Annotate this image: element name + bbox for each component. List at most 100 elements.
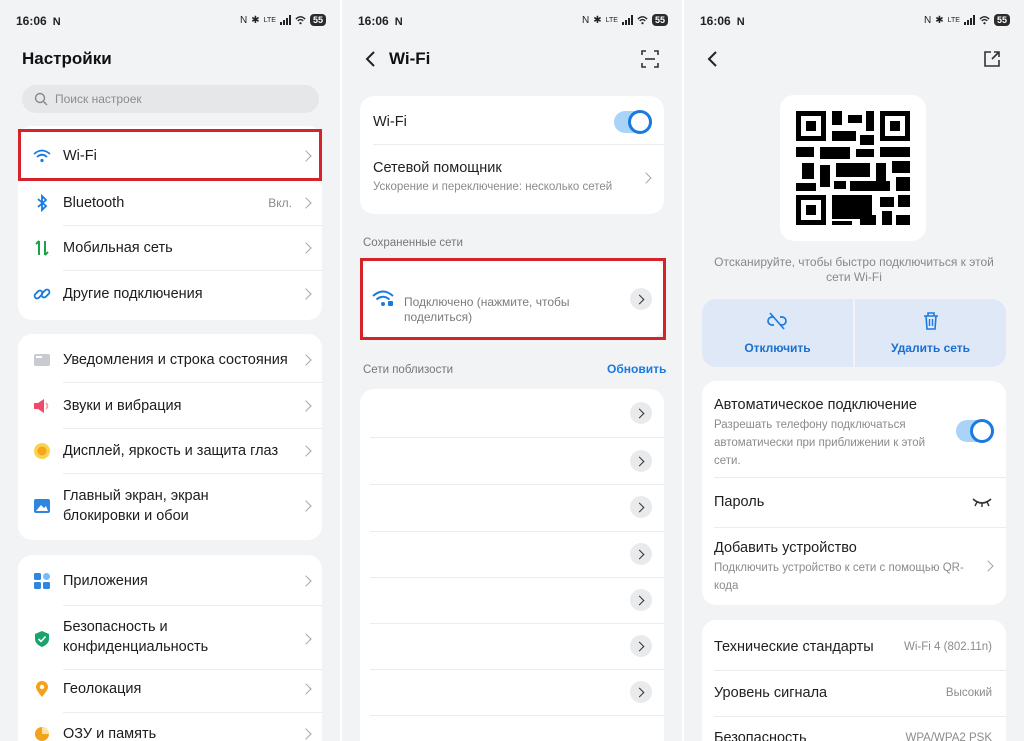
disconnect-label: Отключить <box>744 341 811 355</box>
add-device-item[interactable]: Добавить устройство Подключить устройств… <box>702 528 1006 604</box>
lte-label: LTE <box>605 16 618 24</box>
chevron-right-icon <box>640 172 652 184</box>
signal-icon <box>279 15 291 25</box>
security-label: Безопасность <box>714 730 807 741</box>
mobile-data-icon <box>35 240 49 256</box>
chevron-right-icon <box>300 500 312 512</box>
chevron-right-icon <box>300 633 312 645</box>
search-input[interactable]: Поиск настроек <box>22 85 319 113</box>
location-icon <box>36 681 48 697</box>
details-chevron-icon[interactable] <box>630 450 652 472</box>
back-arrow-icon[interactable] <box>364 51 376 67</box>
disconnect-button[interactable]: Отключить <box>702 299 853 367</box>
add-device-title: Добавить устройство <box>714 540 857 556</box>
bluetooth-status-icon: ✱ <box>593 14 602 26</box>
nfc-icon: N <box>582 14 590 26</box>
network-assistant-title: Сетевой помощник <box>373 160 502 176</box>
shield-icon <box>35 631 49 647</box>
settings-item-display[interactable]: Дисплей, яркость и защита глаз <box>18 431 322 471</box>
bluetooth-icon <box>37 194 48 212</box>
page-title: Настройки <box>22 49 112 68</box>
status-bar: 16:06 N N ✱ LTE 55 <box>0 14 340 30</box>
nearby-network-item[interactable] <box>360 438 664 484</box>
add-device-subtitle: Подключить устройство к сети с помощью Q… <box>714 562 964 592</box>
nearby-network-item[interactable] <box>360 532 664 578</box>
auto-connect-item: Автоматическое подключение Разрешать тел… <box>702 381 1006 477</box>
settings-item-label: Мобильная сеть <box>63 240 173 256</box>
nfc-icon: N <box>924 14 932 26</box>
bluetooth-status-icon: ✱ <box>935 14 944 26</box>
chevron-right-icon <box>300 242 312 254</box>
apps-card: Приложения Безопасность и конфиденциальн… <box>18 555 322 741</box>
details-chevron-icon[interactable] <box>630 543 652 565</box>
wifi-status-icon <box>979 16 990 25</box>
share-icon[interactable] <box>983 50 1001 68</box>
settings-item-mobile[interactable]: Мобильная сеть <box>18 228 322 268</box>
qr-code <box>796 111 910 225</box>
signal-strength-label: Уровень сигнала <box>714 685 828 701</box>
wifi-status-icon <box>295 16 306 25</box>
display-card: Уведомления и строка состояния Звуки и в… <box>18 334 322 540</box>
eye-closed-icon[interactable] <box>972 497 992 507</box>
status-time: 16:06 <box>358 14 389 28</box>
back-arrow-icon[interactable] <box>706 51 718 67</box>
tech-standards-value: Wi-Fi 4 (802.11n) <box>904 641 992 653</box>
scan-icon[interactable] <box>641 50 659 68</box>
settings-item-label: Уведомления и строка состояния <box>63 352 288 368</box>
security-item: Безопасность WPA/WPA2 PSK <box>702 717 1006 741</box>
chevron-right-icon <box>300 197 312 209</box>
settings-item-security[interactable]: Безопасность и конфиденциальность <box>18 611 322 667</box>
settings-item-home-screen[interactable]: Главный экран, экран блокировки и обои <box>18 478 322 534</box>
wifi-toggle[interactable] <box>614 110 652 134</box>
details-chevron-icon[interactable] <box>630 635 652 657</box>
password-item[interactable]: Пароль <box>702 478 1006 526</box>
details-chevron-icon[interactable] <box>630 402 652 424</box>
lte-label: LTE <box>947 16 960 24</box>
tech-standards-label: Технические стандарты <box>714 639 874 655</box>
settings-item-label: Приложения <box>63 573 148 589</box>
settings-screen: 16:06 N N ✱ LTE 55 Настройки Поиск настро… <box>0 0 340 741</box>
settings-item-label: Bluetooth <box>63 195 125 211</box>
battery-icon: 55 <box>309 14 326 26</box>
battery-icon: 55 <box>993 14 1010 26</box>
chevron-right-icon <box>300 683 312 695</box>
nearby-network-item[interactable] <box>360 670 664 716</box>
settings-item-notifications[interactable]: Уведомления и строка состояния <box>18 340 322 380</box>
wallpaper-icon <box>34 499 50 513</box>
details-chevron-icon[interactable] <box>630 681 652 703</box>
link-icon <box>33 288 51 300</box>
auto-connect-toggle[interactable] <box>956 419 994 443</box>
battery-icon: 55 <box>651 14 668 26</box>
chevron-right-icon <box>300 400 312 412</box>
refresh-button[interactable]: Обновить <box>607 362 666 376</box>
chevron-right-icon <box>300 288 312 300</box>
nearby-network-item[interactable] <box>360 485 664 531</box>
nearby-network-item[interactable] <box>360 624 664 670</box>
settings-item-other-connections[interactable]: Другие подключения <box>18 274 322 314</box>
network-assistant-item[interactable]: Сетевой помощник Ускорение и переключени… <box>360 146 664 210</box>
wifi-toggle-label: Wi-Fi <box>373 114 407 130</box>
settings-item-sounds[interactable]: Звуки и вибрация <box>18 386 322 426</box>
settings-item-label: Другие подключения <box>63 286 203 302</box>
nearby-network-item[interactable] <box>360 389 664 436</box>
settings-item-label: Безопасность и конфиденциальность <box>63 619 209 655</box>
search-placeholder: Поиск настроек <box>55 92 142 106</box>
settings-item-label: Звуки и вибрация <box>63 398 182 414</box>
settings-item-location[interactable]: Геолокация <box>18 669 322 709</box>
settings-item-bluetooth[interactable]: Bluetooth Вкл. <box>18 183 322 223</box>
status-time: 16:06 <box>16 14 47 28</box>
delete-network-button[interactable]: Удалить сеть <box>855 299 1006 367</box>
signal-icon <box>621 15 633 25</box>
nearby-network-item[interactable] <box>360 578 664 624</box>
highlight-box <box>360 258 666 340</box>
details-chevron-icon[interactable] <box>630 496 652 518</box>
toggle-knob <box>628 110 652 134</box>
auto-connect-subtitle: Разрешать телефону подключаться автомати… <box>714 419 926 467</box>
details-chevron-icon[interactable] <box>630 589 652 611</box>
settings-item-apps[interactable]: Приложения <box>18 561 322 601</box>
unlink-icon <box>767 312 787 330</box>
settings-item-memory[interactable]: ОЗУ и память <box>18 714 322 741</box>
saved-networks-header: Сохраненные сети <box>363 237 463 249</box>
settings-item-label: Геолокация <box>63 681 142 697</box>
chevron-right-icon <box>300 728 312 740</box>
